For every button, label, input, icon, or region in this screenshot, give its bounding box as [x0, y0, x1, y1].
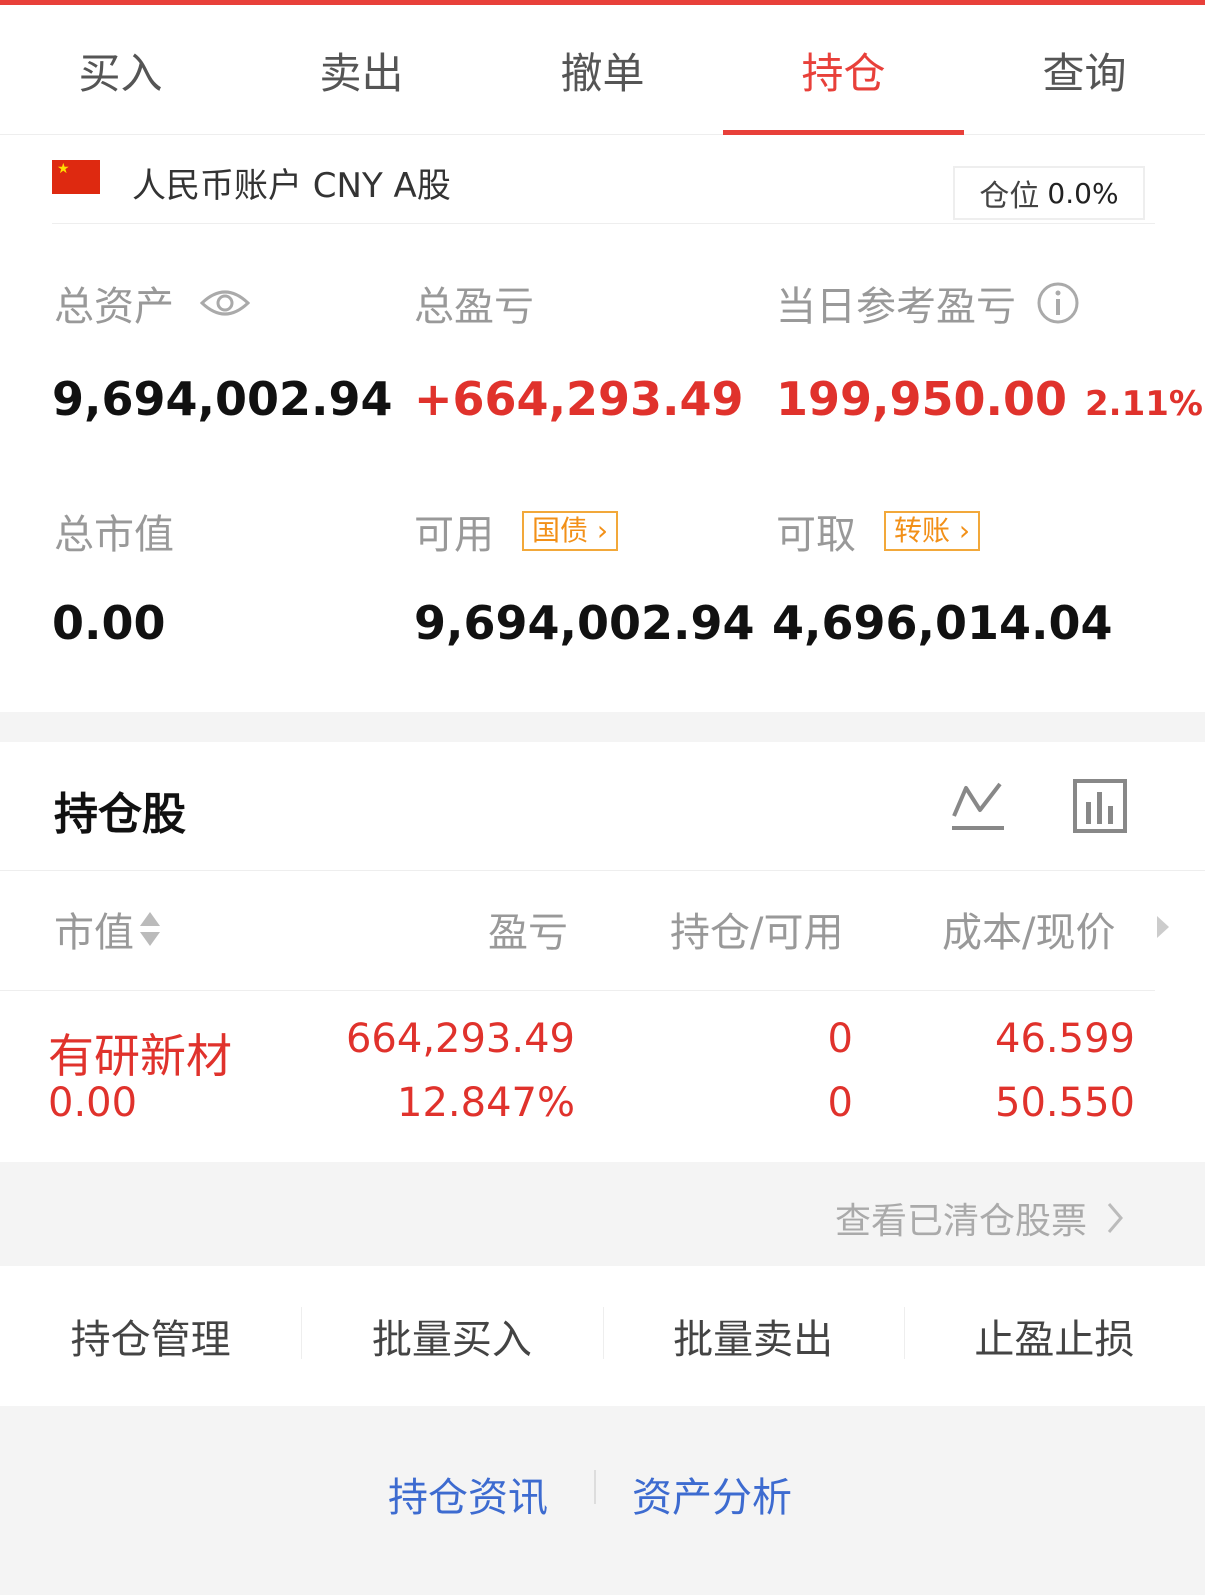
total-assets-label-group: 总资产	[54, 274, 250, 332]
position-management-button[interactable]: 持仓管理	[0, 1307, 301, 1365]
position-ratio-badge[interactable]: 仓位 0.0%	[953, 166, 1145, 220]
tab-holdings[interactable]: 持仓	[723, 5, 964, 135]
total-pl-label: 总盈亏	[414, 284, 534, 330]
available-value: 9,694,002.94	[414, 596, 755, 650]
take-profit-stop-loss-button[interactable]: 止盈止损	[903, 1307, 1205, 1365]
transfer-button[interactable]: 转账 ›	[884, 511, 981, 551]
line-chart-icon[interactable]	[950, 780, 1006, 832]
batch-sell-button[interactable]: 批量卖出	[602, 1307, 904, 1365]
column-position-available: 持仓/可用	[670, 910, 844, 956]
section-gap	[0, 712, 1205, 742]
holdings-news-link[interactable]: 持仓资讯	[388, 1465, 548, 1523]
stock-position: 0	[827, 1016, 853, 1062]
stock-cost: 46.599	[995, 1016, 1135, 1062]
total-pl-value: +664,293.49	[414, 372, 744, 426]
column-pl: 盈亏	[488, 910, 568, 956]
column-market-value[interactable]: 市值	[54, 900, 162, 958]
daily-pl-label-group: 当日参考盈亏	[776, 274, 1080, 332]
withdrawable-label: 可取	[776, 512, 856, 558]
stock-available: 0	[827, 1080, 853, 1126]
stock-pl: 664,293.49	[345, 1016, 575, 1062]
account-row: ★ 人民币账户 CNY A股 仓位 0.0%	[52, 140, 1155, 224]
daily-pl-value: 199,950.00	[776, 372, 1068, 426]
tab-query[interactable]: 查询	[964, 5, 1205, 135]
stock-market-value: 0.00	[48, 1080, 138, 1126]
tab-cancel[interactable]: 撤单	[482, 5, 723, 135]
market-value-label: 总市值	[54, 512, 174, 558]
withdrawable-label-group: 可取 转账 ›	[776, 502, 981, 560]
bottom-band	[0, 1406, 1205, 1595]
divider	[594, 1470, 596, 1504]
stock-pl-pct: 12.847%	[397, 1080, 575, 1126]
available-label: 可用	[414, 512, 494, 558]
stock-name: 有研新材	[48, 1029, 232, 1083]
divider	[0, 990, 1155, 991]
chevron-right-icon	[1107, 1203, 1123, 1233]
daily-pl-pct: 2.11%	[1085, 384, 1203, 424]
scroll-right-icon[interactable]	[1155, 914, 1171, 940]
withdrawable-value: 4,696,014.04	[772, 596, 1113, 650]
daily-pl-group: 199,950.00 2.11%	[776, 372, 1203, 426]
market-value-value: 0.00	[52, 596, 166, 650]
view-cleared-stocks-link[interactable]: 查看已清仓股票	[835, 1192, 1125, 1244]
table-row[interactable]: 有研新材 0.00 664,293.49 12.847% 0 0 46.599 …	[0, 992, 1205, 1160]
account-name: 人民币账户 CNY A股	[132, 166, 451, 206]
treasury-bond-button[interactable]: 国债 ›	[522, 511, 619, 551]
daily-pl-label: 当日参考盈亏	[776, 284, 1016, 330]
bar-chart-icon[interactable]	[1072, 778, 1128, 834]
asset-analysis-link[interactable]: 资产分析	[632, 1465, 792, 1523]
column-cost-price: 成本/现价	[942, 910, 1116, 956]
holdings-title: 持仓股	[54, 789, 186, 840]
info-icon[interactable]	[1036, 281, 1080, 325]
position-label: 仓位	[979, 179, 1040, 214]
position-value: 0.0%	[1047, 176, 1119, 210]
trade-tabs: 买入 卖出 撤单 持仓 查询	[0, 5, 1205, 135]
total-assets-value: 9,694,002.94	[52, 372, 393, 426]
stock-price: 50.550	[995, 1080, 1135, 1126]
tab-buy[interactable]: 买入	[0, 5, 241, 135]
total-assets-label: 总资产	[54, 284, 174, 330]
available-label-group: 可用 国债 ›	[414, 502, 619, 560]
sort-icon	[140, 912, 160, 946]
eye-icon[interactable]	[200, 285, 250, 321]
holdings-action-bar: 持仓管理 批量买入 批量卖出 止盈止损	[0, 1266, 1205, 1406]
batch-buy-button[interactable]: 批量买入	[301, 1307, 602, 1365]
divider	[0, 870, 1205, 871]
tab-sell[interactable]: 卖出	[241, 5, 482, 135]
china-flag-icon: ★	[52, 160, 100, 194]
